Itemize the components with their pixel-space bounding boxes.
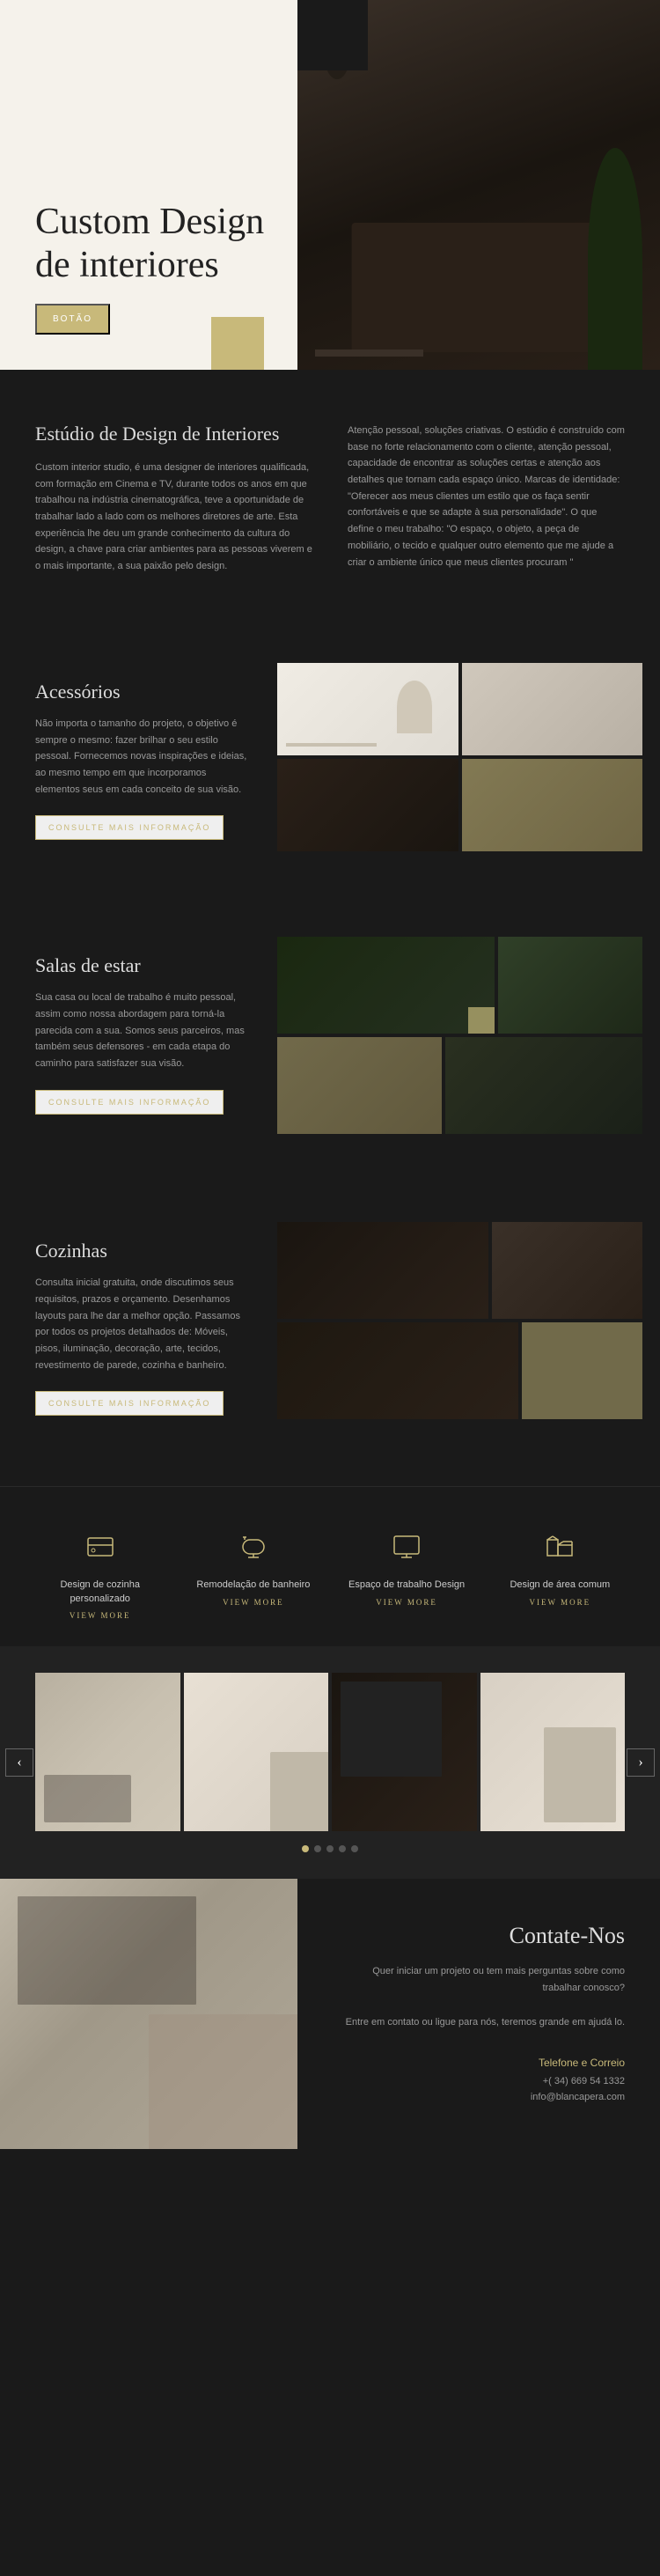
hero-button[interactable]: BOTÃO — [35, 304, 110, 335]
gallery-dot-3[interactable] — [326, 1845, 334, 1852]
icon-trabalho: Espaço de trabalho Design VIEW MORE — [341, 1531, 471, 1620]
salas-collage — [277, 919, 660, 1152]
collage-img-4 — [462, 759, 643, 851]
contact-title: Contate-Nos — [510, 1923, 625, 1949]
collage-img-1 — [277, 663, 458, 755]
service-acessorios-text: Não importa o tamanho do projeto, o obje… — [35, 716, 251, 798]
service-acessorios-left: Acessórios Não importa o tamanho do proj… — [0, 645, 277, 875]
contact-phone: +( 34) 669 54 1332 — [531, 2074, 625, 2090]
hero-section: Custom Design de interiores BOTÃO — [0, 0, 660, 370]
cozinhas-row-2 — [277, 1322, 642, 1419]
trabalho-view-more[interactable]: VIEW MORE — [376, 1598, 437, 1607]
gallery-item-4 — [480, 1673, 626, 1831]
salas-row-2 — [277, 1037, 642, 1134]
collage-row-2 — [277, 759, 642, 851]
contact-details: Telefone e Correio +( 34) 669 54 1332 in… — [531, 2057, 625, 2105]
salas-img-2 — [498, 937, 642, 1034]
gallery-item-2 — [184, 1673, 329, 1831]
gallery-row — [0, 1673, 660, 1831]
deco-square-2 — [211, 317, 264, 370]
about-title: Estúdio de Design de Interiores — [35, 423, 312, 445]
gallery-dots — [0, 1845, 660, 1852]
service-cozinhas: Cozinhas Consulta inicial gratuita, onde… — [0, 1187, 660, 1486]
icon-cozinha: Design de cozinha personalizado VIEW MOR… — [35, 1531, 165, 1620]
service-cozinhas-text: Consulta inicial gratuita, onde discutim… — [35, 1275, 251, 1373]
cozinha-label: Design de cozinha personalizado — [35, 1579, 165, 1606]
icon-area: Design de área comum VIEW MORE — [495, 1531, 625, 1620]
contact-email: info@blancapera.com — [531, 2090, 625, 2106]
cozinha-view-more[interactable]: VIEW MORE — [70, 1611, 131, 1620]
service-salas-button[interactable]: CONSULTE MAIS INFORMAÇÃO — [35, 1090, 224, 1115]
contact-phone-label: Telefone e Correio — [531, 2057, 625, 2069]
contact-section: Contate-Nos Quer iniciar um projeto ou t… — [0, 1879, 660, 2149]
gallery-prev-button[interactable]: ‹ — [5, 1748, 33, 1777]
gallery-dot-4[interactable] — [339, 1845, 346, 1852]
cozinhas-img-2 — [492, 1222, 642, 1319]
cozinhas-img-3 — [277, 1322, 518, 1419]
area-view-more[interactable]: VIEW MORE — [530, 1598, 591, 1607]
salas-row-1 — [277, 937, 642, 1034]
icon-banheiro: Remodelação de banheiro VIEW MORE — [188, 1531, 318, 1620]
trabalho-label: Espaço de trabalho Design — [348, 1579, 465, 1592]
hero-left: Custom Design de interiores BOTÃO — [0, 0, 297, 370]
service-salas-text: Sua casa ou local de trabalho é muito pe… — [35, 990, 251, 1071]
about-right-text: Atenção pessoal, soluções criativas. O e… — [348, 423, 625, 570]
cozinhas-collage — [277, 1204, 660, 1437]
contact-right: Contate-Nos Quer iniciar um projeto ou t… — [297, 1879, 660, 2149]
collage-img-3 — [277, 759, 458, 851]
gallery-item-3 — [332, 1673, 477, 1831]
area-label: Design de área comum — [510, 1579, 610, 1592]
cozinhas-img-4 — [522, 1322, 642, 1419]
service-salas: Salas de estar Sua casa ou local de trab… — [0, 910, 660, 1187]
service-cozinhas-title: Cozinhas — [35, 1240, 251, 1262]
gallery-next-icon: › — [638, 1755, 642, 1770]
contact-body: Entre em contato ou ligue para nós, tere… — [346, 2014, 625, 2031]
salas-img-1 — [277, 937, 495, 1034]
acessorios-collage — [277, 645, 660, 869]
contact-image — [0, 1879, 297, 2149]
area-icon — [544, 1531, 576, 1570]
banheiro-view-more[interactable]: VIEW MORE — [223, 1598, 284, 1607]
banheiro-label: Remodelação de banheiro — [196, 1579, 310, 1592]
service-acessorios-title: Acessórios — [35, 681, 251, 703]
about-section: Estúdio de Design de Interiores Custom i… — [0, 370, 660, 628]
service-salas-left: Salas de estar Sua casa ou local de trab… — [0, 919, 277, 1149]
service-cozinhas-button[interactable]: CONSULTE MAIS INFORMAÇÃO — [35, 1391, 224, 1416]
collage-row-1 — [277, 663, 642, 755]
contact-photo — [0, 1879, 297, 2149]
gallery-next-button[interactable]: › — [627, 1748, 655, 1777]
cozinhas-row-1 — [277, 1222, 642, 1319]
salas-img-4 — [445, 1037, 642, 1134]
cozinha-icon — [84, 1531, 116, 1570]
cozinhas-img-1 — [277, 1222, 488, 1319]
service-cozinhas-left: Cozinhas Consulta inicial gratuita, onde… — [0, 1204, 277, 1451]
service-acessorios-images — [277, 645, 660, 869]
gallery-dot-2[interactable] — [314, 1845, 321, 1852]
gallery-dot-1[interactable] — [302, 1845, 309, 1852]
contact-intro: Quer iniciar um projeto ou tem mais perg… — [333, 1963, 626, 1996]
service-acessorios: Acessórios Não importa o tamanho do proj… — [0, 628, 660, 910]
about-left-text: Custom interior studio, é uma designer d… — [35, 460, 312, 575]
hero-title: Custom Design de interiores — [35, 201, 271, 286]
gallery-dot-5[interactable] — [351, 1845, 358, 1852]
salas-img-3 — [277, 1037, 442, 1134]
gallery-item-1 — [35, 1673, 180, 1831]
gallery-prev-icon: ‹ — [17, 1755, 21, 1770]
service-cozinhas-images — [277, 1204, 660, 1437]
trabalho-icon — [391, 1531, 422, 1570]
service-salas-title: Salas de estar — [35, 954, 251, 977]
gallery-section: ‹ › — [0, 1646, 660, 1879]
service-salas-images — [277, 919, 660, 1152]
collage-img-2 — [462, 663, 643, 755]
deco-square-1 — [297, 0, 368, 70]
icons-section: Design de cozinha personalizado VIEW MOR… — [0, 1486, 660, 1646]
about-right: Atenção pessoal, soluções criativas. O e… — [348, 423, 625, 575]
banheiro-icon — [238, 1531, 269, 1570]
service-acessorios-button[interactable]: CONSULTE MAIS INFORMAÇÃO — [35, 815, 224, 840]
about-left: Estúdio de Design de Interiores Custom i… — [35, 423, 312, 575]
